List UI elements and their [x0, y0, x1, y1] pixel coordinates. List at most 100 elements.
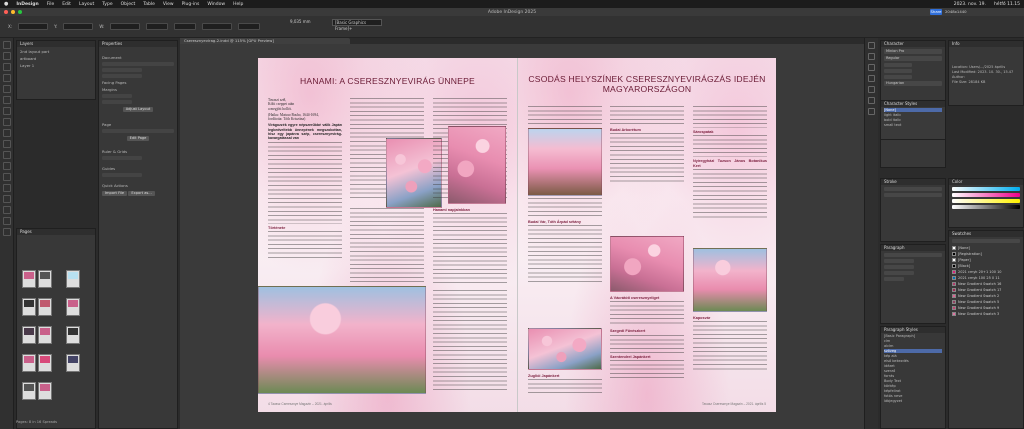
character-styles-panel-title[interactable]: Character Styles: [881, 101, 945, 107]
space-before-field[interactable]: [884, 265, 914, 269]
paragraph-style-item[interactable]: alcím: [884, 344, 942, 349]
menu-file[interactable]: File: [47, 2, 55, 7]
swatch-item[interactable]: New Gradient Swatch 16: [952, 281, 1020, 286]
black-slider[interactable]: [952, 205, 1020, 209]
paragraph-panel-icon[interactable]: [868, 53, 875, 60]
color-panel-title[interactable]: Color: [949, 179, 1023, 185]
styles-panel-icon[interactable]: [868, 64, 875, 71]
swatch-item[interactable]: 2021 cmyk 20+1 100 10: [952, 269, 1020, 274]
character-style-item[interactable]: small text: [884, 123, 942, 128]
character-panel-title[interactable]: Character: [881, 41, 945, 47]
stroke-type-select[interactable]: [884, 193, 942, 197]
menu-help[interactable]: Help: [233, 2, 243, 7]
layer-item[interactable]: artboard: [20, 56, 92, 61]
cyan-slider[interactable]: [952, 187, 1020, 191]
cherry-blossom-photo[interactable]: [448, 126, 506, 204]
margin-top-field[interactable]: [102, 94, 132, 98]
hand-tool-icon[interactable]: [2, 206, 11, 214]
magenta-slider[interactable]: [952, 193, 1020, 197]
yellow-slider[interactable]: [952, 199, 1020, 203]
swatch-item[interactable]: [Black]: [952, 263, 1020, 268]
eyedropper-tool-icon[interactable]: [2, 195, 11, 203]
page-thumbnail[interactable]: [66, 354, 80, 372]
swatch-tint-field[interactable]: [952, 239, 1020, 243]
font-family-select[interactable]: Minion Pro: [884, 49, 942, 54]
free-transform-tool-icon[interactable]: [2, 162, 11, 170]
menu-plugins[interactable]: Plug-ins: [182, 2, 200, 7]
character-panel-icon[interactable]: [868, 42, 875, 49]
paragraph-styles-panel-title[interactable]: Paragraph Styles: [881, 327, 945, 333]
right-column-3[interactable]: Sárospatak Nyíregyházi Tuzson János Bota…: [693, 106, 767, 246]
left-column-1[interactable]: Tavaszi szél, Költi cseppet után a megjö…: [268, 98, 342, 284]
zoom-window-button[interactable]: [18, 10, 22, 14]
zoom-tool-icon[interactable]: [2, 217, 11, 225]
font-size-field[interactable]: [884, 63, 912, 67]
margin-bottom-field[interactable]: [102, 100, 132, 104]
menu-table[interactable]: Table: [143, 2, 155, 7]
left-headline[interactable]: HANAMI: A CSERESZNYEVIRÁG ÜNNEPE: [268, 76, 507, 86]
properties-panel-title[interactable]: Properties: [99, 41, 177, 47]
paragraph-style-item[interactable]: idézet: [884, 364, 942, 369]
swatches-panel-icon[interactable]: [868, 75, 875, 82]
direct-selection-tool-icon[interactable]: [2, 52, 11, 60]
paragraph-panel-title[interactable]: Paragraph: [881, 245, 945, 251]
pencil-tool-icon[interactable]: [2, 118, 11, 126]
page-thumbnail[interactable]: [22, 354, 36, 372]
page-thumbnail[interactable]: [38, 354, 52, 372]
paragraph-style-item[interactable]: képfelirat: [884, 389, 942, 394]
page-tool-icon[interactable]: [2, 63, 11, 71]
right-headline[interactable]: CSODÁS HELYSZÍNEK CSERESZNYEVIRÁGZÁS IDE…: [528, 74, 766, 94]
paragraph-style-item-selected[interactable]: szöveg: [884, 348, 942, 353]
apple-icon[interactable]: ●: [4, 1, 8, 7]
left-page[interactable]: HANAMI: A CSERESZNYEVIRÁG ÜNNEPE Tavaszi…: [258, 58, 517, 412]
swatch-item[interactable]: New Gradient Swatch 17: [952, 287, 1020, 292]
note-tool-icon[interactable]: [2, 184, 11, 192]
import-file-button[interactable]: Import File: [102, 191, 128, 196]
x-value[interactable]: 9,035 mm: [290, 19, 311, 24]
pages-panel-title[interactable]: Pages: [17, 229, 95, 235]
page-thumbnail[interactable]: [22, 270, 36, 288]
paragraph-style-item[interactable]: szerző: [884, 369, 942, 374]
right-column-3b[interactable]: Kaposvár: [693, 314, 767, 400]
swatch-item[interactable]: [None]: [952, 245, 1020, 250]
swatch-item[interactable]: New Gradient Swatch 5: [952, 299, 1020, 304]
cherry-blossom-photo[interactable]: [610, 236, 684, 292]
right-column-1-text[interactable]: [528, 106, 602, 126]
paragraph-style-item[interactable]: körkép: [884, 384, 942, 389]
rectangle-tool-icon[interactable]: [2, 140, 11, 148]
paragraph-style-item[interactable]: [Basic Paragraph]: [884, 334, 942, 339]
info-panel-icon[interactable]: [868, 108, 875, 115]
gap-tool-icon[interactable]: [2, 74, 11, 82]
menu-type[interactable]: Type: [102, 2, 112, 7]
swatch-item[interactable]: New Gradient Swatch 2: [952, 293, 1020, 298]
page-select[interactable]: [102, 129, 174, 133]
fill-stroke-icon[interactable]: [2, 228, 11, 236]
type-tool-icon[interactable]: [2, 85, 11, 93]
edit-page-button[interactable]: Edit Page: [126, 136, 150, 141]
page-thumbnail[interactable]: [66, 326, 80, 344]
swatch-item[interactable]: 2021 cmyk 100 25 0 11: [952, 275, 1020, 280]
page-thumbnail[interactable]: [38, 326, 52, 344]
rotate-field[interactable]: [146, 23, 169, 30]
shear-field[interactable]: [174, 23, 197, 30]
adjust-layout-button[interactable]: Adjust Layout: [122, 107, 154, 112]
height-field[interactable]: [102, 74, 142, 78]
right-column-2b[interactable]: A Vácrátóti cseresznyeliget Szegedi Füvé…: [610, 294, 684, 398]
page-thumbnail[interactable]: [66, 298, 80, 316]
layer-item[interactable]: Layer 1: [20, 63, 92, 68]
scissors-tool-icon[interactable]: [2, 151, 11, 159]
cherry-blossom-large-photo[interactable]: [258, 286, 426, 394]
share-button[interactable]: Share: [930, 9, 942, 15]
page-thumbnail[interactable]: [22, 298, 36, 316]
right-page[interactable]: CSODÁS HELYSZÍNEK CSERESZNYEVIRÁGZÁS IDE…: [517, 58, 776, 412]
stroke-panel-title[interactable]: Stroke: [881, 179, 945, 185]
paragraph-style-item[interactable]: első bekezdés: [884, 359, 942, 364]
paragraph-style-item[interactable]: forrás: [884, 374, 942, 379]
page-thumbnail[interactable]: [38, 298, 52, 316]
y-field[interactable]: [63, 23, 94, 30]
font-style-select[interactable]: Regular: [884, 56, 942, 61]
layer-item[interactable]: 2nd layout part: [20, 49, 92, 54]
close-window-button[interactable]: [4, 10, 8, 14]
left-column-3[interactable]: Hanami napjainkban: [433, 206, 507, 286]
space-after-field[interactable]: [884, 271, 914, 275]
